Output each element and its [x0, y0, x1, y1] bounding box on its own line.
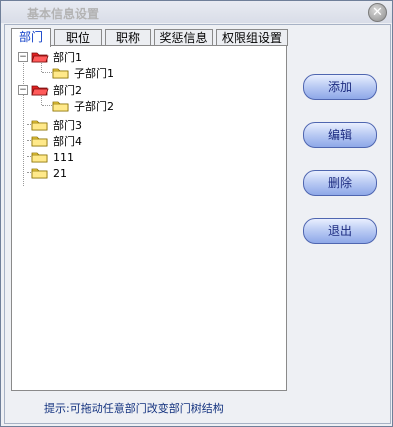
folder-icon: [31, 120, 48, 131]
tab-department[interactable]: 部门: [11, 28, 51, 47]
tree-node[interactable]: 111: [31, 149, 74, 165]
collapse-toggle[interactable]: −: [18, 52, 28, 62]
client-area: 部门 职位 职称 奖惩信息 权限组设置 − 部门1 子部门1 − 部门2 子部门…: [4, 24, 391, 424]
tree-root-connector: [23, 57, 24, 186]
delete-button[interactable]: 删除: [303, 170, 377, 196]
collapse-toggle[interactable]: −: [18, 85, 28, 95]
window-title: 基本信息设置: [27, 7, 100, 21]
title-bar[interactable]: 基本信息设置 ✕: [1, 1, 392, 23]
close-icon[interactable]: ✕: [368, 3, 387, 22]
folder-icon: [31, 136, 48, 147]
tree-branch-connector: [42, 105, 52, 106]
folder-open-icon: [31, 52, 49, 63]
add-button[interactable]: 添加: [303, 74, 377, 100]
tree-node-label: 部门2: [53, 84, 82, 97]
tree-node[interactable]: 部门1: [31, 49, 82, 65]
tree-node-label: 子部门1: [74, 67, 114, 80]
tree-node[interactable]: 子部门1: [52, 65, 114, 81]
tree-node[interactable]: 部门4: [31, 133, 82, 149]
tree-node-label: 部门1: [53, 51, 82, 64]
hint-text: 提示:可拖动任意部门改变部门树结构: [44, 402, 224, 415]
department-tab-panel: − 部门1 子部门1 − 部门2 子部门2 部门3 部门4 111 21: [11, 45, 287, 391]
settings-window: 基本信息设置 ✕ 部门 职位 职称 奖惩信息 权限组设置 − 部门1 子部门1 …: [0, 0, 393, 427]
tree-node[interactable]: 部门3: [31, 117, 82, 133]
tree-node[interactable]: 21: [31, 165, 67, 181]
tree-node-label: 部门4: [53, 135, 82, 148]
tree-node[interactable]: 部门2: [31, 82, 82, 98]
folder-icon: [52, 68, 69, 79]
tree-node[interactable]: 子部门2: [52, 98, 114, 114]
tree-node-label: 部门3: [53, 119, 82, 132]
tree-node-label: 111: [53, 150, 74, 164]
folder-icon: [52, 101, 69, 112]
folder-icon: [31, 168, 48, 179]
folder-icon: [31, 152, 48, 163]
department-tree[interactable]: − 部门1 子部门1 − 部门2 子部门2 部门3 部门4 111 21: [12, 46, 286, 390]
tree-node-label: 子部门2: [74, 100, 114, 113]
tab-rewards[interactable]: 奖惩信息: [154, 29, 213, 46]
tab-title[interactable]: 职称: [105, 29, 151, 46]
edit-button[interactable]: 编辑: [303, 122, 377, 148]
tab-permission-groups[interactable]: 权限组设置: [216, 29, 288, 46]
tree-branch-connector: [42, 72, 52, 73]
exit-button[interactable]: 退出: [303, 218, 377, 244]
tree-node-label: 21: [53, 166, 67, 180]
folder-open-icon: [31, 85, 49, 96]
tab-position[interactable]: 职位: [54, 29, 102, 46]
